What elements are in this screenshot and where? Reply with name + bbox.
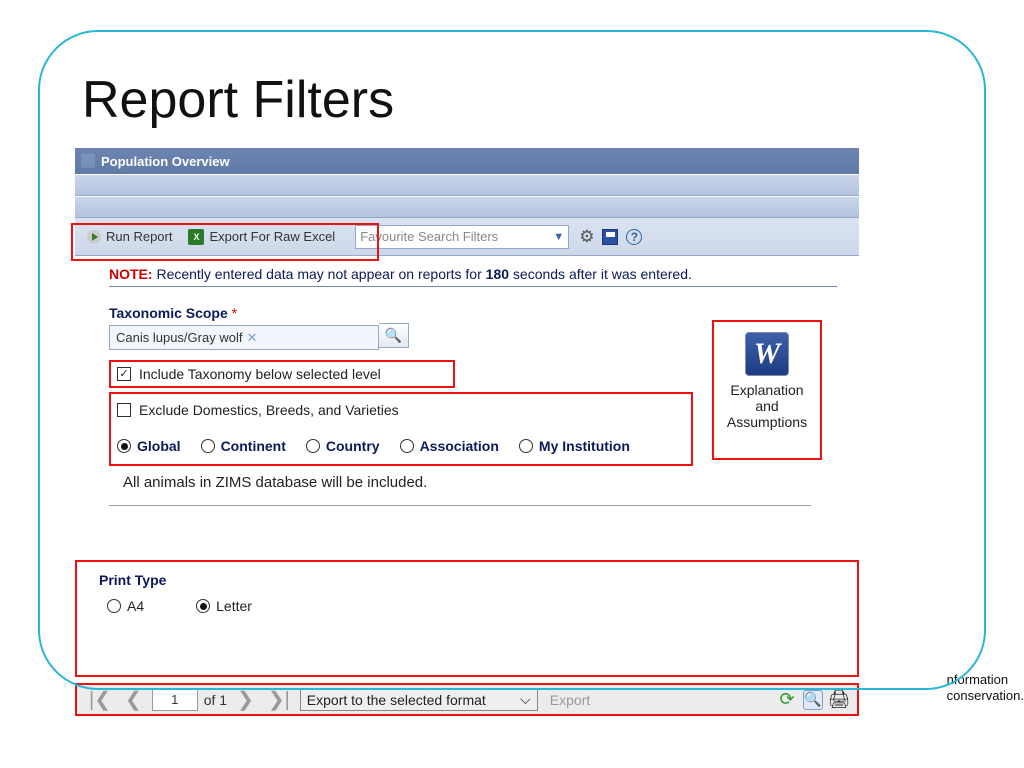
export-excel-label: Export For Raw Excel [209,229,335,244]
next-page-button[interactable]: ❯ [233,687,258,712]
tax-section-label: Taxonomic Scope [109,305,228,321]
radio-icon [201,439,215,453]
scope-radio-label: Continent [221,438,286,454]
chevron-down-icon: ⌵ [520,691,531,708]
highlight-print-type: Print Type A4 Letter [75,560,859,677]
report-viewer-toolbar: |❮ ❮ 1 of 1 ❯ ❯| Export to the selected … [75,683,859,716]
note-line: NOTE: Recently entered data may not appe… [109,266,837,287]
radio-icon [519,439,533,453]
ribbon-bar-spacer-1 [75,174,859,196]
printer-icon[interactable]: 🖨 [829,690,849,710]
scope-radio-country[interactable]: Country [306,438,380,454]
note-tag: NOTE: [109,266,153,282]
scope-radio-label: Country [326,438,380,454]
radio-icon [107,599,121,613]
footer-line1: nformation [947,672,1024,688]
footer-fragment: nformation conservation. [947,672,1024,705]
refresh-icon[interactable]: ⟳ [777,690,797,710]
print-radio-label: Letter [216,598,252,614]
explanation-link-box[interactable]: W Explanation and Assumptions [712,320,822,460]
prev-page-button[interactable]: ❮ [121,687,146,712]
scope-radio-association[interactable]: Association [400,438,499,454]
ribbon-bar-spacer-2 [75,196,859,218]
highlight-include-taxonomy: Include Taxonomy below selected level [109,360,455,388]
radio-icon [117,439,131,453]
scope-radio-label: My Institution [539,438,630,454]
first-page-button[interactable]: |❮ [85,687,115,712]
section-divider [109,505,811,506]
clear-taxonomy-icon[interactable]: ✕ [246,330,257,346]
page-of-label: of 1 [204,692,227,708]
last-page-button[interactable]: ❯| [264,687,294,712]
print-radio-label: A4 [127,598,144,614]
search-icon: 🔍 [385,327,402,344]
scope-radio-global[interactable]: Global [117,438,181,454]
save-icon[interactable] [602,229,618,245]
note-seconds: 180 [486,266,509,282]
exclude-domestics-checkbox[interactable] [117,403,131,417]
scope-radio-label: Global [137,438,181,454]
explain-line3: Assumptions [716,414,818,430]
highlight-scope-options: Exclude Domestics, Breeds, and Varieties… [109,392,693,466]
taxonomic-value-input[interactable]: Canis lupus/Gray wolf ✕ [109,325,379,350]
word-document-icon: W [745,332,789,376]
required-asterisk: * [232,305,237,321]
view-icon[interactable]: 🔍 [803,690,823,710]
taxonomy-search-button[interactable]: 🔍 [379,323,409,348]
include-taxonomy-label: Include Taxonomy below selected level [139,366,381,382]
scope-info-text: All animals in ZIMS database will be inc… [109,466,837,505]
favourite-filters-placeholder: Favourite Search Filters [360,229,498,244]
footer-line2: conservation. [947,688,1024,704]
scope-radio-label: Association [420,438,499,454]
run-report-button[interactable]: Run Report [81,226,178,247]
favourite-filters-select[interactable]: Favourite Search Filters ▼ [355,225,569,249]
exclude-domestics-label: Exclude Domestics, Breeds, and Varieties [139,402,399,418]
play-icon [87,230,101,244]
note-prefix: Recently entered data may not appear on … [156,266,485,282]
explain-line1: Explanation [716,382,818,398]
radio-icon [306,439,320,453]
chevron-down-icon: ▼ [553,231,564,243]
export-excel-button[interactable]: X Export For Raw Excel [182,226,341,248]
help-icon[interactable]: ? [626,229,642,245]
scope-radio-group: Global Continent Country Association My Inst… [117,438,685,454]
note-suffix: seconds after it was entered. [509,266,692,282]
window-titlebar: Population Overview [75,148,859,174]
scope-radio-my-institution[interactable]: My Institution [519,438,630,454]
taxonomic-value-text: Canis lupus/Gray wolf [116,330,242,345]
print-radio-letter[interactable]: Letter [196,598,252,614]
print-section-label: Print Type [99,572,835,588]
report-toolbar: Run Report X Export For Raw Excel Favour… [75,218,859,256]
run-report-label: Run Report [106,229,172,244]
page-title: Report Filters [82,70,404,130]
explain-line2: and [716,398,818,414]
export-format-text: Export to the selected format [307,692,486,708]
gear-icon[interactable]: ⚙ [579,227,594,247]
print-radio-a4[interactable]: A4 [107,598,144,614]
page-number-input[interactable]: 1 [152,689,198,711]
window-icon [81,154,95,168]
export-format-select[interactable]: Export to the selected format ⌵ [300,689,538,711]
print-radio-group: A4 Letter [99,598,835,614]
radio-icon [196,599,210,613]
excel-icon: X [188,229,204,245]
radio-icon [400,439,414,453]
export-button[interactable]: Export [544,692,596,708]
window-title-text: Population Overview [101,154,230,169]
scope-radio-continent[interactable]: Continent [201,438,286,454]
include-taxonomy-checkbox[interactable] [117,367,131,381]
